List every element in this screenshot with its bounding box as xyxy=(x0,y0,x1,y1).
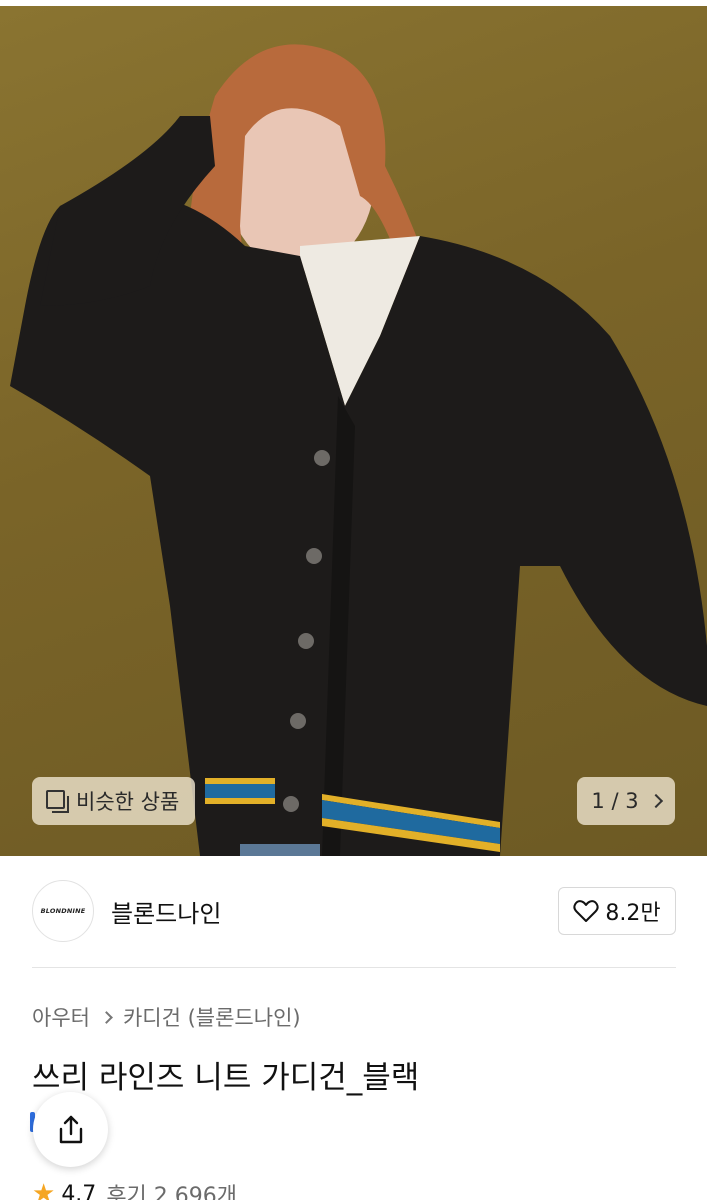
pager-text: 1 / 3 xyxy=(591,789,638,813)
breadcrumb: 아우터 카디건 (블론드나인) xyxy=(32,1002,301,1032)
divider xyxy=(32,967,676,968)
like-count: 8.2만 xyxy=(605,901,661,926)
heart-outline-icon xyxy=(573,900,600,922)
image-pager[interactable]: 1 / 3 xyxy=(577,777,675,825)
review-count[interactable]: 후기 2,696개 xyxy=(106,1178,237,1200)
pager-separator: / xyxy=(611,789,619,813)
square-stack-icon xyxy=(46,790,69,813)
brand-logo[interactable]: BLONDNINE xyxy=(32,880,94,942)
share-upload-icon xyxy=(59,1115,82,1143)
brand-name-link[interactable]: 블론드나인 xyxy=(111,894,221,929)
star-icon: ★ xyxy=(32,1179,56,1200)
pager-total: 3 xyxy=(625,789,639,813)
rating-row[interactable]: ★ 4.7 후기 2,696개 xyxy=(32,1178,237,1200)
pager-current: 1 xyxy=(591,789,605,813)
brand-logo-text: BLONDNINE xyxy=(40,907,86,915)
similar-products-button[interactable]: 비슷한 상품 xyxy=(32,777,196,825)
product-title: 쓰리 라인즈 니트 가디건_블랙 xyxy=(32,1060,420,1096)
product-image-carousel[interactable]: 비슷한 상품 1 / 3 xyxy=(0,6,707,856)
breadcrumb-item-cardigan[interactable]: 카디건 (블론드나인) xyxy=(123,1002,301,1032)
product-photo xyxy=(10,44,707,856)
like-button[interactable]: 8.2만 xyxy=(558,887,676,935)
chevron-right-icon xyxy=(648,793,663,809)
chevron-right-icon xyxy=(100,1010,113,1024)
breadcrumb-item-outer[interactable]: 아우터 xyxy=(32,1002,90,1032)
share-button[interactable] xyxy=(33,1092,108,1167)
brand-row: BLONDNINE 블론드나인 8.2만 xyxy=(0,856,707,968)
rating-score: 4.7 xyxy=(61,1181,97,1200)
similar-products-label: 비슷한 상품 xyxy=(76,790,180,814)
